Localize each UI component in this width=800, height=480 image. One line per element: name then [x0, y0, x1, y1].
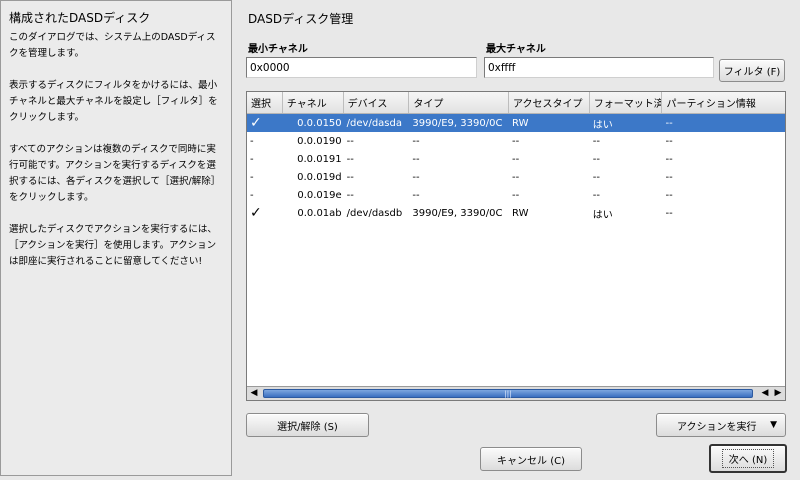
cell-type: --: [412, 153, 420, 165]
help-paragraph: 選択したディスクでアクションを実行するには、［アクションを実行］を使用します。ア…: [9, 224, 217, 267]
cell-partition-info: --: [665, 171, 673, 183]
cell-type: 3990/E9, 3390/0C: [412, 117, 503, 129]
perform-action-button[interactable]: アクションを実行 ▼: [656, 413, 786, 437]
column-header-select[interactable]: 選択: [247, 92, 283, 113]
column-header-channel[interactable]: チャネル: [283, 92, 344, 113]
min-channel-input[interactable]: [246, 57, 477, 78]
cell-channel: 0.0.019d: [297, 171, 342, 183]
cell-device: --: [346, 153, 354, 165]
cell-type: --: [412, 135, 420, 147]
cell-channel: 0.0.019e: [297, 189, 342, 201]
column-header-device[interactable]: デバイス: [344, 92, 410, 113]
help-paragraph: このダイアログでは、システム上のDASDディスクを管理します。: [9, 32, 216, 59]
cell-partition-info: --: [665, 153, 673, 165]
table-header: 選択 チャネル デバイス タイプ アクセスタイプ フォーマット済 パーティション…: [247, 92, 785, 114]
cell-access-type: --: [512, 189, 520, 201]
column-header-type[interactable]: タイプ: [409, 92, 510, 113]
cell-access-type: --: [512, 153, 520, 165]
cell-select: -: [250, 171, 254, 183]
min-channel-label: 最小チャネル: [248, 44, 308, 55]
max-channel-input[interactable]: [484, 57, 714, 78]
page-title: DASDディスク管理: [248, 12, 354, 26]
cell-channel: 0.0.0150: [297, 117, 342, 129]
checkmark-icon: ✓: [250, 205, 262, 221]
horizontal-scrollbar[interactable]: ◀ ||| ◀ ▶: [247, 386, 785, 400]
cell-formatted: --: [592, 153, 600, 165]
cell-partition-info: --: [665, 189, 673, 201]
help-panel: 構成されたDASDディスク このダイアログでは、システム上のDASDディスクを管…: [0, 0, 232, 476]
cell-type: 3990/E9, 3390/0C: [412, 207, 503, 219]
cell-formatted: --: [592, 189, 600, 201]
cell-device: /dev/dasda: [346, 117, 402, 129]
cell-access-type: RW: [512, 117, 529, 129]
cell-partition-info: --: [665, 117, 673, 129]
column-header-partition-info[interactable]: パーティション情報: [662, 92, 785, 113]
cell-channel: 0.0.0191: [297, 153, 342, 165]
cell-select: -: [250, 189, 254, 201]
cell-type: --: [412, 189, 420, 201]
cell-device: --: [346, 171, 354, 183]
cell-formatted: --: [592, 135, 600, 147]
column-header-formatted[interactable]: フォーマット済: [590, 92, 663, 113]
cell-formatted: はい: [592, 209, 613, 221]
cell-partition-info: --: [665, 207, 673, 219]
scroll-left-icon[interactable]: ◀: [759, 388, 771, 398]
cell-access-type: --: [512, 135, 520, 147]
scrollbar-thumb[interactable]: |||: [263, 389, 753, 398]
help-title: 構成されたDASDディスク: [9, 11, 151, 25]
table-row[interactable]: - 0.0.019d -- -- -- -- --: [247, 168, 785, 186]
cell-type: --: [412, 171, 420, 183]
next-button[interactable]: 次へ (N): [709, 444, 787, 473]
checkmark-icon: ✓: [250, 115, 262, 131]
dasd-table: 選択 チャネル デバイス タイプ アクセスタイプ フォーマット済 パーティション…: [246, 91, 786, 401]
cell-access-type: RW: [512, 207, 529, 219]
cell-formatted: --: [592, 171, 600, 183]
cell-partition-info: --: [665, 135, 673, 147]
column-header-access-type[interactable]: アクセスタイプ: [509, 92, 590, 113]
next-button-label: 次へ (N): [721, 449, 775, 468]
cell-channel: 0.0.0190: [297, 135, 342, 147]
table-row[interactable]: ✓ 0.0.01ab /dev/dasdb 3990/E9, 3390/0C R…: [247, 204, 785, 222]
cancel-button[interactable]: キャンセル (C): [480, 447, 582, 471]
filter-button[interactable]: フィルタ (F): [719, 59, 785, 82]
cell-access-type: --: [512, 171, 520, 183]
cell-formatted: はい: [592, 119, 613, 131]
scroll-left-icon[interactable]: ◀: [248, 388, 260, 398]
max-channel-label: 最大チャネル: [486, 44, 546, 55]
help-paragraph: 表示するディスクにフィルタをかけるには、最小チャネルと最大チャネルを設定し［フィ…: [9, 80, 218, 123]
help-paragraph: すべてのアクションは複数のディスクで同時に実行可能です。アクションを実行するディ…: [9, 144, 221, 203]
cell-device: /dev/dasdb: [346, 207, 403, 219]
perform-action-label: アクションを実行: [677, 421, 757, 433]
cell-select: -: [250, 153, 254, 165]
table-row[interactable]: - 0.0.0190 -- -- -- -- --: [247, 132, 785, 150]
cell-select: -: [250, 135, 254, 147]
chevron-down-icon: ▼: [770, 420, 777, 430]
table-row[interactable]: - 0.0.0191 -- -- -- -- --: [247, 150, 785, 168]
scroll-right-icon[interactable]: ▶: [772, 388, 784, 398]
select-toggle-button[interactable]: 選択/解除 (S): [246, 413, 369, 437]
cell-device: --: [346, 135, 354, 147]
table-row[interactable]: ✓ 0.0.0150 /dev/dasda 3990/E9, 3390/0C R…: [247, 114, 785, 132]
cell-channel: 0.0.01ab: [297, 207, 342, 219]
cell-device: --: [346, 189, 354, 201]
table-row[interactable]: - 0.0.019e -- -- -- -- --: [247, 186, 785, 204]
